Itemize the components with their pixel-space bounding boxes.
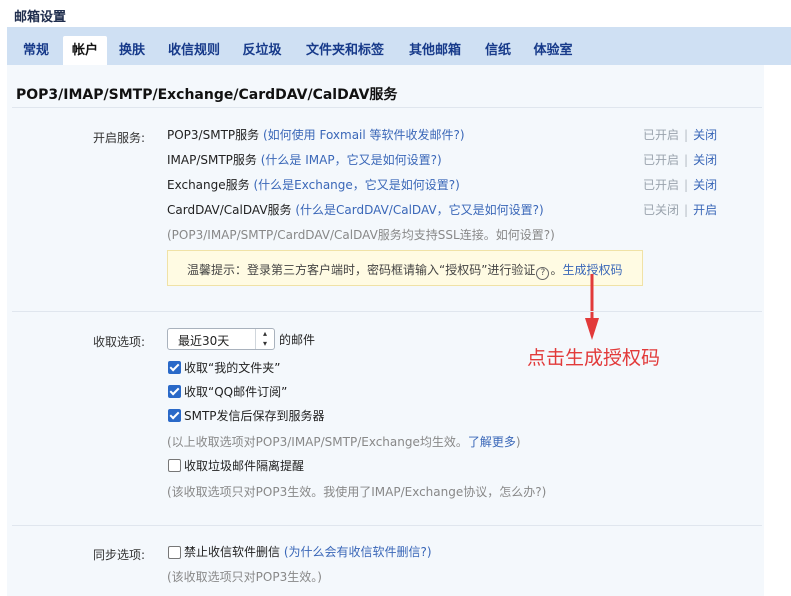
tab-general[interactable]: 常规 [15, 36, 57, 65]
account-settings-panel: POP3/IMAP/SMTP/Exchange/CardDAV/CalDAV服务… [7, 65, 764, 596]
annotation-text: 点击生成授权码 [527, 347, 661, 369]
service-status-pop3: 已开启 | 关闭 [643, 128, 718, 142]
block-client-delete-label: 禁止收信软件删信 [184, 545, 281, 559]
tab-skin[interactable]: 换肤 [113, 36, 151, 65]
section-title: POP3/IMAP/SMTP/Exchange/CardDAV/CalDAV服务 [16, 87, 398, 103]
toggle-service-button[interactable]: 关闭 [693, 178, 717, 192]
service-status-imap: 已开启 | 关闭 [643, 153, 718, 167]
status-text: 已开启 [643, 178, 680, 192]
divider [12, 525, 762, 526]
receive-range-select[interactable]: 最近30天 ▴ ▾ [167, 328, 275, 350]
block-client-delete-row: 禁止收信软件删信 (为什么会有收信软件删信?) [184, 543, 432, 560]
ssl-note[interactable]: (POP3/IMAP/SMTP/CardDAV/CalDAV服务均支持SSL连接… [167, 226, 555, 243]
service-row-imap: IMAP/SMTP服务 (什么是 IMAP，它又是如何设置?) [167, 151, 442, 168]
tab-folders-labels[interactable]: 文件夹和标签 [299, 36, 391, 65]
toggle-service-button[interactable]: 关闭 [693, 128, 717, 142]
spam-reminder-checkbox[interactable] [168, 459, 181, 472]
tab-stationery[interactable]: 信纸 [479, 36, 517, 65]
divider [12, 107, 762, 108]
receive-my-folders-label: 收取“我的文件夹” [184, 361, 281, 375]
service-help-link[interactable]: (如何使用 Foxmail 等软件收发邮件?) [263, 128, 465, 142]
tab-other-mailboxes[interactable]: 其他邮箱 [403, 36, 467, 65]
annotation-arrow-icon [585, 274, 599, 340]
receive-qq-subscription-label: 收取“QQ邮件订阅” [184, 385, 288, 399]
smtp-save-sent-checkbox[interactable] [168, 409, 181, 422]
divider [12, 311, 762, 312]
smtp-save-sent-label: SMTP发信后保存到服务器 [184, 409, 325, 423]
spam-reminder-label: 收取垃圾邮件隔离提醒 [184, 459, 305, 473]
service-help-link[interactable]: (什么是 IMAP，它又是如何设置?) [261, 153, 442, 167]
question-circle-icon[interactable]: ? [536, 267, 550, 280]
service-name: Exchange服务 [167, 178, 250, 192]
toggle-service-button[interactable]: 关闭 [693, 153, 717, 167]
receive-my-folders-checkbox[interactable] [168, 361, 181, 374]
sync-note: (该收取选项只对POP3生效。) [167, 570, 322, 584]
page-title: 邮箱设置 [14, 10, 67, 25]
tip-separator: 。 [550, 263, 563, 277]
service-name: POP3/SMTP服务 [167, 128, 260, 142]
tab-mail-rules[interactable]: 收信规则 [162, 36, 226, 65]
service-status-caldav: 已关闭 | 开启 [643, 203, 718, 217]
services-label: 开启服务: [92, 131, 145, 145]
service-row-caldav: CardDAV/CalDAV服务 (什么是CardDAV/CalDAV，它又是如… [167, 201, 544, 218]
tab-anti-spam[interactable]: 反垃圾 [237, 36, 287, 65]
receive-options-label: 收取选项: [92, 335, 145, 349]
service-row-exchange: Exchange服务 (什么是Exchange，它又是如何设置?) [167, 176, 460, 193]
why-delete-help-link[interactable]: (为什么会有收信软件删信?) [284, 545, 432, 559]
tab-lab[interactable]: 体验室 [527, 36, 579, 65]
select-arrows-icon: ▴ ▾ [255, 329, 274, 349]
receive-note: (以上收取选项对POP3/IMAP/SMTP/Exchange均生效。了解更多) [167, 435, 521, 449]
auth-code-tip: 温馨提示：登录第三方客户端时，密码框请输入“授权码”进行验证? 。生成授权码 [167, 250, 643, 286]
status-text: 已开启 [643, 153, 680, 167]
service-help-link[interactable]: (什么是CardDAV/CalDAV，它又是如何设置?) [295, 203, 543, 217]
tab-account[interactable]: 帐户 [63, 36, 107, 65]
toggle-service-button[interactable]: 开启 [693, 203, 717, 217]
learn-more-link[interactable]: 了解更多 [468, 435, 516, 449]
sync-options-label: 同步选项: [92, 548, 145, 562]
block-client-delete-checkbox[interactable] [168, 546, 181, 559]
receive-qq-subscription-checkbox[interactable] [168, 385, 181, 398]
service-name: IMAP/SMTP服务 [167, 153, 257, 167]
service-name: CardDAV/CalDAV服务 [167, 203, 292, 217]
status-text: 已开启 [643, 128, 680, 142]
service-help-link[interactable]: (什么是Exchange，它又是如何设置?) [253, 178, 459, 192]
status-text: 已关闭 [643, 203, 680, 217]
service-row-pop3: POP3/SMTP服务 (如何使用 Foxmail 等软件收发邮件?) [167, 126, 465, 143]
receive-range-suffix: 的邮件 [279, 333, 316, 347]
service-status-exchange: 已开启 | 关闭 [643, 178, 718, 192]
tip-text: 温馨提示：登录第三方客户端时，密码框请输入“授权码”进行验证 [187, 263, 536, 277]
settings-tab-bar: 常规 帐户 换肤 收信规则 反垃圾 文件夹和标签 其他邮箱 信纸 体验室 [7, 27, 791, 65]
select-value: 最近30天 [178, 334, 230, 348]
pop3-only-note: (该收取选项只对POP3生效。我使用了IMAP/Exchange协议，怎么办?) [167, 485, 547, 499]
tip-row: 温馨提示：登录第三方客户端时，密码框请输入“授权码”进行验证? 。生成授权码 [187, 261, 622, 280]
